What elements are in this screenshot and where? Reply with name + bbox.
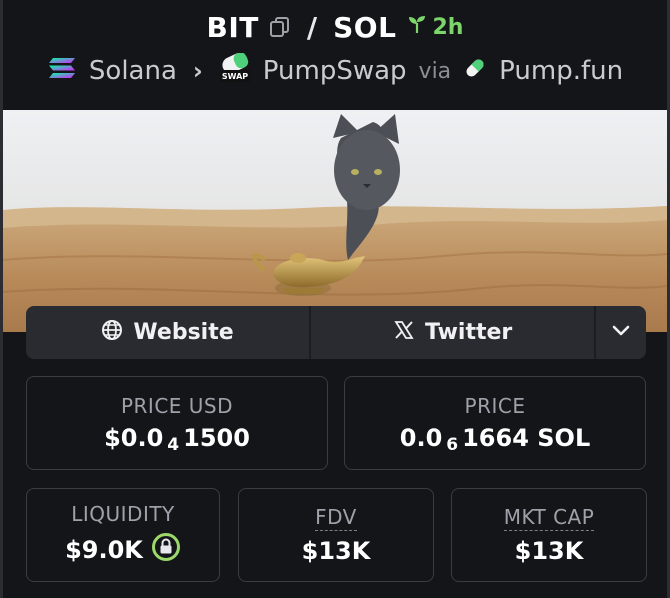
price-native-value: 0.0 6 1664 SOL [399,424,591,455]
more-links-button[interactable] [596,306,646,359]
chevron-right-icon: › [192,57,203,85]
x-icon [393,319,415,347]
base-token-symbol: BIT [206,10,259,44]
fdv-label[interactable]: FDV [315,505,357,531]
globe-icon [101,319,123,347]
pill-icon [463,56,487,87]
price-usd-digits: 1500 [183,424,250,452]
launchpad-link[interactable]: Pump.fun [499,56,623,86]
twitter-label: Twitter [424,320,513,345]
price-native-label: PRICE [464,394,526,418]
token-banner-image [3,110,667,332]
dex-link[interactable]: PumpSwap [263,56,407,86]
token-links-bar: Website Twitter [26,306,646,359]
market-cap-value: $13K [514,537,584,565]
liquidity-label: LIQUIDITY [71,502,175,526]
fdv-value: $13K [301,537,371,565]
copy-icon[interactable] [269,16,291,38]
price-usd-card: PRICE USD $0.0 4 1500 [26,376,328,470]
solana-icon [47,56,77,87]
sprout-icon [406,13,428,41]
chain-link[interactable]: Solana [89,56,177,86]
price-usd-label: PRICE USD [120,394,234,418]
lock-icon[interactable] [151,532,181,568]
price-native-card: PRICE 0.0 6 1664 SOL [344,376,646,470]
liquidity-value: $9.0K [65,536,143,564]
market-cap-card: MKT CAP $13K [451,488,647,582]
price-usd-value: $0.0 4 1500 [104,424,250,455]
website-button[interactable]: Website [26,306,312,359]
pair-age-label: 2h [432,14,464,40]
pair-separator: / [306,10,318,44]
pair-age: 2h [406,13,463,41]
via-label: via [418,58,452,84]
breadcrumb: Solana › SWAP PumpSwap via Pump.fun [0,51,670,90]
liquidity-card: LIQUIDITY $9.0K [26,488,220,582]
price-usd-zero-count: 4 [167,435,180,455]
price-native-zero-count: 6 [446,435,459,455]
pumpswap-icon: SWAP [219,51,251,90]
twitter-button[interactable]: Twitter [311,306,597,359]
price-native-prefix: 0.0 [399,424,443,452]
quote-token-symbol: SOL [333,10,397,44]
price-usd-prefix: $0.0 [104,424,164,452]
liquidity-value-row: $9.0K [65,532,181,568]
chevron-down-icon [610,319,632,347]
market-cap-label[interactable]: MKT CAP [503,505,595,531]
website-label: Website [133,320,234,345]
price-native-digits: 1664 SOL [462,424,591,452]
pumpswap-badge-text: SWAP [222,72,248,81]
fdv-card: FDV $13K [238,488,434,582]
pair-title: BIT / SOL 2h [0,8,670,46]
